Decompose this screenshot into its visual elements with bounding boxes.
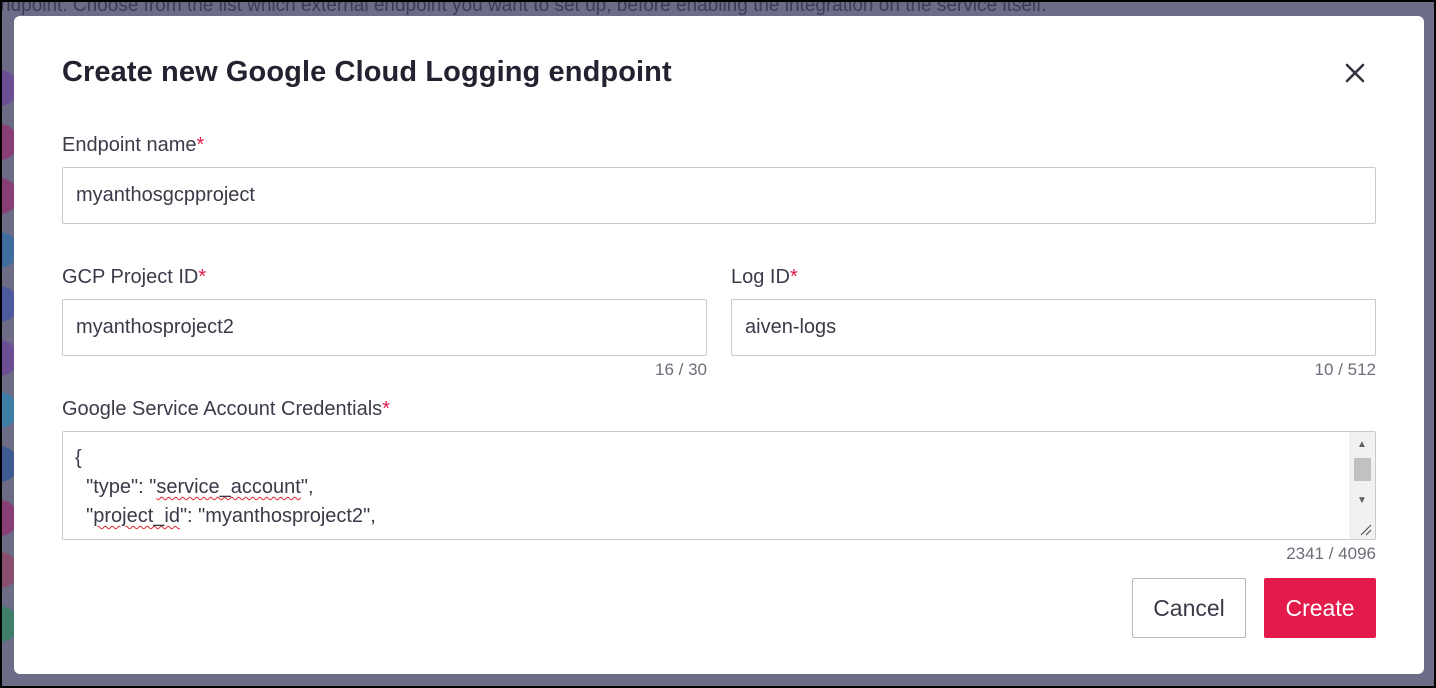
credentials-text: { "type": "service_account", "project_id… <box>75 444 1347 531</box>
scroll-up-arrow-icon[interactable]: ▲ <box>1349 436 1375 452</box>
credentials-label: Google Service Account Credentials* <box>62 398 390 421</box>
log-id-label: Log ID* <box>731 266 798 289</box>
close-button[interactable] <box>1340 58 1370 88</box>
endpoint-name-label-text: Endpoint name <box>62 134 197 156</box>
log-id-counter: 10 / 512 <box>1314 360 1376 379</box>
scrollbar-thumb[interactable] <box>1354 458 1371 481</box>
required-marker: * <box>789 266 798 288</box>
resize-handle-icon[interactable] <box>1357 521 1373 537</box>
credentials-counter: 2341 / 4096 <box>1286 544 1376 563</box>
required-marker: * <box>382 398 390 420</box>
gcp-project-id-input[interactable] <box>62 299 707 356</box>
required-marker: * <box>198 266 207 288</box>
cancel-button[interactable]: Cancel <box>1132 578 1246 638</box>
scroll-down-arrow-icon[interactable]: ▼ <box>1349 492 1375 508</box>
dialog-title: Create new Google Cloud Logging endpoint <box>62 56 672 88</box>
log-id-label-text: Log ID <box>731 266 790 288</box>
gcp-project-id-label-text: GCP Project ID <box>62 266 199 288</box>
credentials-line: "project_id": "myanthosproject2", <box>75 505 376 527</box>
create-endpoint-dialog: Create new Google Cloud Logging endpoint… <box>14 16 1424 674</box>
credentials-line: { <box>75 447 82 469</box>
gcp-project-id-label: GCP Project ID* <box>62 266 206 289</box>
create-button[interactable]: Create <box>1264 578 1376 638</box>
gcp-project-id-counter: 16 / 30 <box>655 360 707 379</box>
log-id-input[interactable] <box>731 299 1376 356</box>
credentials-line: "type": "service_account", <box>75 476 314 498</box>
credentials-textarea[interactable]: { "type": "service_account", "project_id… <box>62 431 1376 540</box>
endpoint-name-label: Endpoint name* <box>62 134 204 157</box>
endpoint-name-input[interactable] <box>62 167 1376 224</box>
credentials-label-text: Google Service Account Credentials <box>62 398 383 420</box>
required-marker: * <box>196 134 205 156</box>
close-icon <box>1345 63 1365 83</box>
